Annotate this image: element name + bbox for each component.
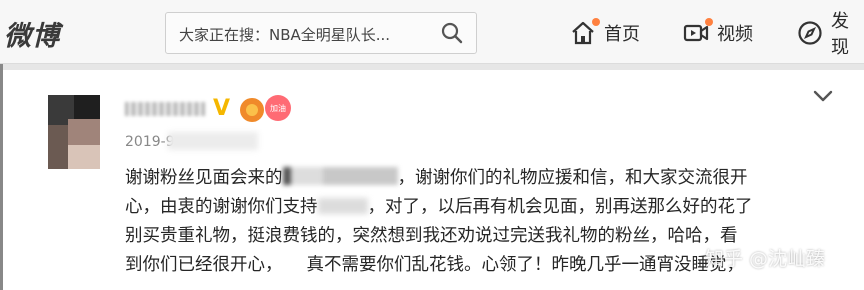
search-icon[interactable] [440, 21, 464, 45]
blur-mask [317, 198, 368, 214]
text-segment: 别买贵重礼物，挺浪费钱的，突然想到我还劝说过完送我礼物的粉丝，哈哈，看 [125, 226, 738, 246]
nav-label-home: 首页 [604, 24, 640, 45]
chevron-down-icon[interactable] [812, 88, 834, 104]
notification-dot [705, 18, 713, 26]
blur-mask [282, 167, 398, 185]
text-segment: 真不需要你们乱花钱。心领了！昨晚几乎一通宵没睡觉， [306, 255, 745, 275]
zhihu-watermark: 知乎 @沈屾臻 [705, 248, 826, 270]
nav-label-video: 视频 [717, 24, 753, 45]
notification-dot [592, 18, 600, 26]
medal-icon [240, 98, 264, 122]
home-icon [570, 18, 600, 46]
nav-label-discover: 发现 [831, 11, 849, 58]
video-icon [683, 18, 713, 46]
text-segment: ，对了，以后再有机会见面，别再送那么好的花了 [367, 197, 753, 217]
avatar[interactable] [48, 95, 100, 169]
text-segment: 谢谢粉丝见面会来的 [125, 168, 283, 188]
nav-item-discover[interactable]: 发现 [797, 11, 864, 58]
blur-mask [168, 132, 258, 150]
search-box[interactable]: 大家正在搜：NBA全明星队长... [165, 12, 477, 54]
verified-v-icon: V [213, 96, 231, 121]
cheer-heart-icon: 加油 [265, 95, 291, 121]
blur-mask [125, 102, 205, 116]
nav-item-video[interactable]: 视频 [683, 18, 753, 48]
text-segment: ，谢谢你们的礼物应援和信，和大家交流很开 [397, 168, 748, 188]
search-input[interactable]: 大家正在搜：NBA全明星队长... [179, 24, 390, 45]
badge-text: 加油 [270, 103, 286, 113]
compass-icon [797, 20, 823, 46]
post-line: 谢谢粉丝见面会来的 ，谢谢你们的礼物应援和信，和大家交流很开 [125, 164, 850, 193]
text-segment: 心，由衷的谢谢你们支持 [125, 197, 318, 217]
username-blurred[interactable] [125, 98, 215, 120]
card-edge [0, 64, 3, 290]
post-line: 心，由衷的谢谢你们支持 ，对了，以后再有机会见面，别再送那么好的花了 [125, 193, 850, 222]
nav-item-home[interactable]: 首页 [570, 18, 640, 48]
weibo-logo[interactable]: 微博 [4, 14, 60, 53]
text-segment: 到你们已经很开心， [125, 255, 283, 275]
top-navigation-bar: 微博 大家正在搜：NBA全明星队长... 首页 视频 发现 [0, 0, 864, 64]
